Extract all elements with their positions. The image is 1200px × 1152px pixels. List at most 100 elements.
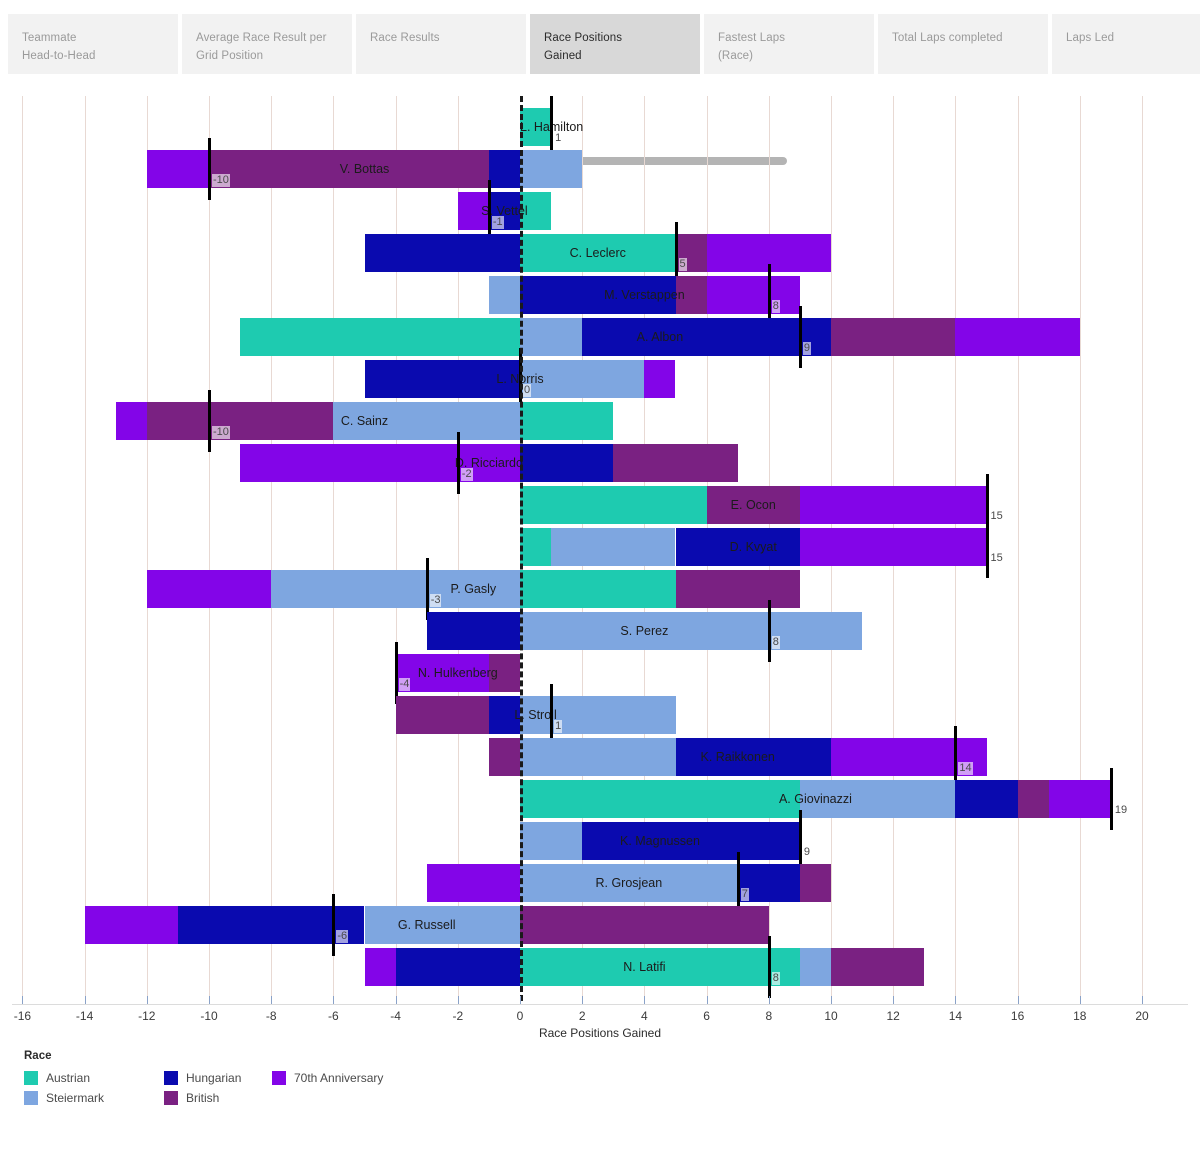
bar-segment[interactable]: [520, 906, 769, 944]
bar-segment[interactable]: [520, 822, 583, 860]
bar-segment[interactable]: [364, 906, 520, 944]
bar-segment[interactable]: [520, 738, 676, 776]
bar-segment[interactable]: [613, 444, 738, 482]
bar-segment[interactable]: [271, 570, 520, 608]
tab-bar[interactable]: Teammate Head-to-Head Average Race Result…: [0, 14, 1200, 74]
bar-segment[interactable]: [395, 948, 520, 986]
bar-segment[interactable]: [799, 864, 831, 902]
bar-segment[interactable]: [520, 528, 552, 566]
bar-segment[interactable]: [488, 276, 520, 314]
bar-segment[interactable]: [582, 822, 800, 860]
bar-row[interactable]: P. Gasly: [0, 570, 1200, 608]
tab-race-positions-gained[interactable]: Race Positions Gained: [530, 14, 702, 74]
bar-segment[interactable]: [488, 738, 520, 776]
bar-row[interactable]: R. Grosjean: [0, 864, 1200, 902]
bar-segment[interactable]: [520, 360, 645, 398]
bar-segment[interactable]: [520, 486, 707, 524]
bar-segment[interactable]: [675, 738, 831, 776]
bar-segment[interactable]: [520, 318, 583, 356]
bar-row[interactable]: S. Perez: [0, 612, 1200, 650]
bar-segment[interactable]: [146, 402, 334, 440]
bar-segment[interactable]: [706, 486, 800, 524]
bar-segment[interactable]: [675, 276, 707, 314]
bar-segment[interactable]: [831, 318, 956, 356]
bar-segment[interactable]: [706, 276, 800, 314]
bar-segment[interactable]: [1048, 780, 1111, 818]
bar-segment[interactable]: [644, 360, 676, 398]
bar-row[interactable]: N. Hulkenberg: [0, 654, 1200, 692]
bar-segment[interactable]: [520, 108, 552, 146]
bar-segment[interactable]: [364, 360, 520, 398]
net-total-value: 8: [771, 300, 780, 313]
bar-segment[interactable]: [520, 234, 676, 272]
bar-segment[interactable]: [457, 192, 489, 230]
bar-row[interactable]: K. Raikkonen: [0, 738, 1200, 776]
bar-segment[interactable]: [240, 318, 520, 356]
bar-segment[interactable]: [799, 486, 987, 524]
bar-row[interactable]: D. Ricciardo: [0, 444, 1200, 482]
bar-row[interactable]: C. Sainz: [0, 402, 1200, 440]
bar-segment[interactable]: [333, 402, 520, 440]
tab-laps-led[interactable]: Laps Led: [1052, 14, 1200, 74]
bar-row[interactable]: L. Norris: [0, 360, 1200, 398]
bar-segment[interactable]: [551, 528, 676, 566]
bar-segment[interactable]: [520, 864, 738, 902]
bar-row[interactable]: A. Giovinazzi: [0, 780, 1200, 818]
bar-row[interactable]: V. Bottas: [0, 150, 1200, 188]
bar-row[interactable]: C. Leclerc: [0, 234, 1200, 272]
tab-race-results[interactable]: Race Results: [356, 14, 528, 74]
bar-segment[interactable]: [364, 234, 520, 272]
bar-segment[interactable]: [395, 696, 489, 734]
bar-segment[interactable]: [1017, 780, 1049, 818]
bar-segment[interactable]: [955, 780, 1018, 818]
bar-segment[interactable]: [520, 444, 614, 482]
bar-row[interactable]: D. Kvyat: [0, 528, 1200, 566]
x-axis-tick: [769, 996, 770, 1004]
tab-teammate-head-to-head[interactable]: Teammate Head-to-Head: [8, 14, 180, 74]
bar-segment[interactable]: [364, 948, 396, 986]
bar-row[interactable]: L. Hamilton: [0, 108, 1200, 146]
bar-segment[interactable]: [240, 444, 520, 482]
bar-segment[interactable]: [84, 906, 178, 944]
bar-row[interactable]: K. Magnussen: [0, 822, 1200, 860]
bar-segment[interactable]: [209, 150, 489, 188]
tab-fastest-laps-race[interactable]: Fastest Laps (Race): [704, 14, 876, 74]
bar-segment[interactable]: [520, 192, 552, 230]
bar-segment[interactable]: [520, 780, 800, 818]
bar-row[interactable]: M. Verstappen: [0, 276, 1200, 314]
bar-segment[interactable]: [488, 696, 520, 734]
bar-row[interactable]: E. Ocon: [0, 486, 1200, 524]
bar-segment[interactable]: [520, 570, 676, 608]
bar-segment[interactable]: [831, 948, 925, 986]
tab-average-race-result-per-grid-position[interactable]: Average Race Result per Grid Position: [182, 14, 354, 74]
bar-segment[interactable]: [426, 864, 520, 902]
legend-swatch: [164, 1091, 178, 1105]
bar-segment[interactable]: [488, 150, 520, 188]
bar-segment[interactable]: [520, 402, 614, 440]
bar-segment[interactable]: [520, 696, 676, 734]
bar-segment[interactable]: [426, 612, 520, 650]
net-total-value: 1: [554, 132, 563, 145]
bar-row[interactable]: L. Stroll: [0, 696, 1200, 734]
bar-segment[interactable]: [146, 150, 209, 188]
bar-segment[interactable]: [520, 150, 583, 188]
bar-segment[interactable]: [488, 654, 520, 692]
bar-segment[interactable]: [115, 402, 147, 440]
horizontal-scrollbar-track[interactable]: [0, 78, 1200, 165]
bar-segment[interactable]: [799, 780, 956, 818]
bar-segment[interactable]: [520, 276, 676, 314]
bar-segment[interactable]: [955, 318, 1080, 356]
bar-row[interactable]: S. Vettel: [0, 192, 1200, 230]
bar-segment[interactable]: [146, 570, 272, 608]
bar-segment[interactable]: [675, 528, 800, 566]
bar-segment[interactable]: [799, 948, 831, 986]
bar-segment[interactable]: [582, 318, 831, 356]
bar-segment[interactable]: [520, 612, 863, 650]
bar-segment[interactable]: [799, 528, 987, 566]
bar-segment[interactable]: [520, 948, 800, 986]
bar-row[interactable]: N. Latifi: [0, 948, 1200, 986]
bar-segment[interactable]: [675, 570, 800, 608]
tab-total-laps-completed[interactable]: Total Laps completed: [878, 14, 1050, 74]
bar-row[interactable]: G. Russell: [0, 906, 1200, 944]
bar-row[interactable]: A. Albon: [0, 318, 1200, 356]
